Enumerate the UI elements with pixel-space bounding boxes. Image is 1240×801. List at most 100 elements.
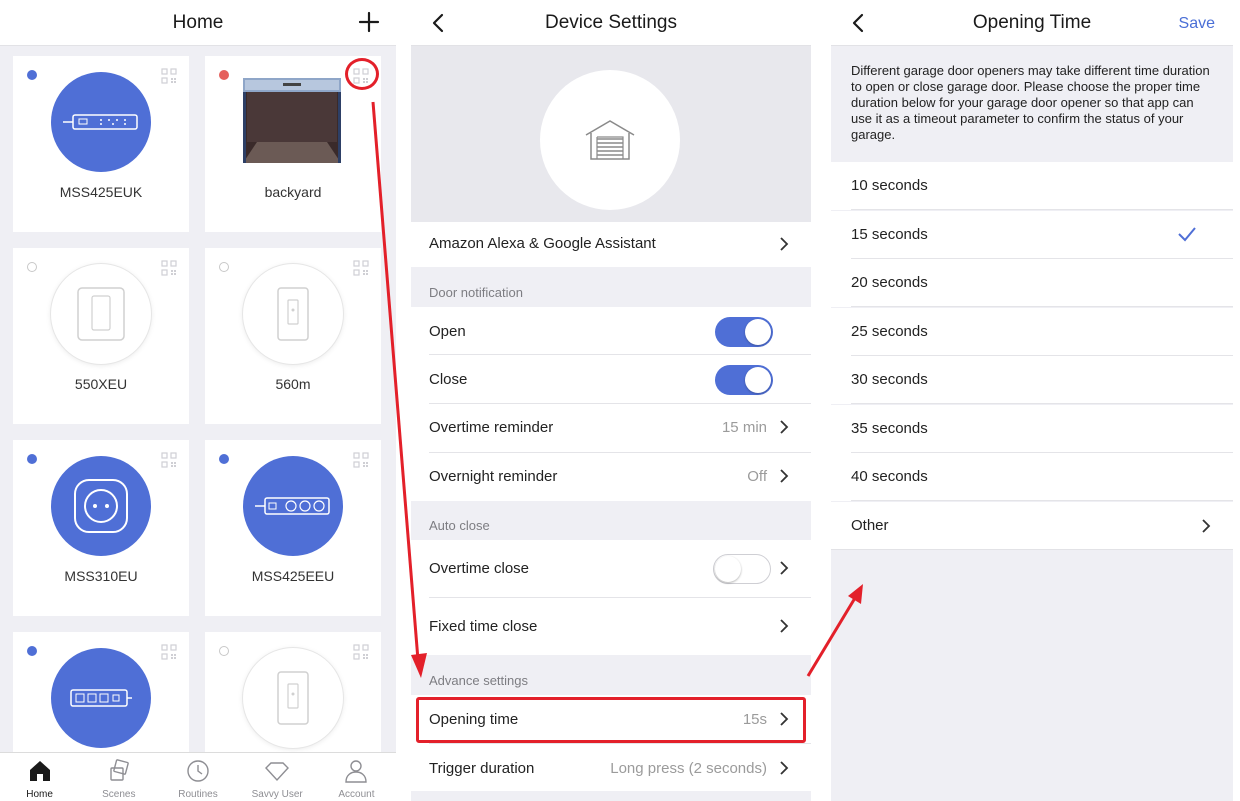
tab-label: Account xyxy=(338,789,375,800)
device-card[interactable]: MSS425EEU xyxy=(205,440,381,616)
section-header: Advance settings xyxy=(429,673,529,688)
chevron-right-icon xyxy=(780,420,789,434)
garage-icon xyxy=(585,120,635,160)
power-strip-icon xyxy=(51,72,151,172)
door-notification-group: Open Close Overtime reminder 15 min Over… xyxy=(411,307,811,501)
tab-savvy-user[interactable]: Savvy User xyxy=(238,753,317,801)
device-card[interactable]: 560m xyxy=(205,248,381,424)
device-settings-screen: Device Settings Amazon Alexa & Google As… xyxy=(411,0,811,801)
page-title: Home xyxy=(172,12,224,33)
overnight-reminder-row[interactable]: Overnight reminder Off xyxy=(411,453,811,501)
tab-home[interactable]: Home xyxy=(0,753,79,801)
description-text: Different garage door openers may take d… xyxy=(831,46,1233,162)
status-dot xyxy=(219,262,229,272)
diamond-icon xyxy=(265,762,290,782)
option-label: 15 seconds xyxy=(851,225,928,243)
fixed-time-close-row[interactable]: Fixed time close xyxy=(411,598,811,655)
chevron-right-icon xyxy=(780,761,789,775)
row-label: Fixed time close xyxy=(429,618,538,635)
qr-code-icon[interactable] xyxy=(353,452,369,468)
chevron-right-icon xyxy=(780,237,789,251)
status-dot xyxy=(219,454,229,464)
chevron-right-icon xyxy=(1202,518,1211,533)
duration-option[interactable]: 40 seconds xyxy=(831,453,1233,501)
overtime-close-toggle[interactable] xyxy=(713,554,771,584)
row-label: Trigger duration xyxy=(429,760,535,777)
opening-time-nav-bar: Opening Time Save xyxy=(831,0,1233,46)
alexa-google-row[interactable]: Amazon Alexa & Google Assistant xyxy=(411,222,811,267)
chevron-right-icon xyxy=(780,619,789,633)
auto-close-group: Overtime close Fixed time close xyxy=(411,540,811,655)
status-dot xyxy=(27,70,37,80)
qr-code-icon[interactable] xyxy=(353,644,369,660)
device-card[interactable]: MSS425EUK xyxy=(13,56,189,232)
device-name: MSS425EEU xyxy=(251,568,335,584)
option-label: 20 seconds xyxy=(851,274,928,291)
row-label: Amazon Alexa & Google Assistant xyxy=(429,235,656,252)
tab-routines[interactable]: Routines xyxy=(158,753,237,801)
row-label: Overnight reminder xyxy=(429,468,558,485)
device-avatar xyxy=(540,70,680,210)
overtime-reminder-row[interactable]: Overtime reminder 15 min xyxy=(411,404,811,452)
device-name: 550XEU xyxy=(74,376,128,392)
page-title: Device Settings xyxy=(544,12,677,33)
device-name: 560m xyxy=(275,376,311,392)
tab-label: Scenes xyxy=(102,789,136,800)
trigger-duration-row[interactable]: Trigger duration Long press (2 seconds) xyxy=(411,744,811,791)
status-dot xyxy=(27,454,37,464)
tab-label: Home xyxy=(26,789,53,800)
save-button[interactable]: Save xyxy=(1179,15,1215,33)
tab-label: Savvy User xyxy=(251,789,303,800)
tab-account[interactable]: Account xyxy=(317,753,396,801)
chevron-right-icon xyxy=(780,469,789,483)
opening-time-screen: Opening Time Save Different garage door … xyxy=(831,0,1233,801)
add-device-button[interactable] xyxy=(358,11,380,33)
duration-option[interactable]: 15 seconds xyxy=(831,210,1233,259)
open-toggle[interactable] xyxy=(715,317,773,347)
qr-highlight-circle xyxy=(345,58,379,90)
qr-code-icon[interactable] xyxy=(161,68,177,84)
duration-option[interactable]: 30 seconds xyxy=(831,356,1233,404)
option-label: 10 seconds xyxy=(851,177,928,194)
page-title: Opening Time xyxy=(972,12,1092,33)
status-dot xyxy=(27,646,37,656)
device-hero xyxy=(411,46,811,231)
scenes-icon xyxy=(110,759,129,781)
option-label: 35 seconds xyxy=(851,419,928,437)
dimmer-switch-icon xyxy=(243,264,343,364)
close-toggle[interactable] xyxy=(715,365,773,395)
chevron-right-icon[interactable] xyxy=(779,560,789,576)
device-name: MSS425EUK xyxy=(59,184,143,200)
checkmark-icon xyxy=(1178,226,1196,241)
row-value: 15 min xyxy=(721,419,767,436)
duration-option[interactable]: 20 seconds xyxy=(831,259,1233,307)
duration-option[interactable]: 25 seconds xyxy=(831,307,1233,356)
qr-code-icon[interactable] xyxy=(353,260,369,276)
device-name: backyard xyxy=(264,184,322,200)
device-card[interactable]: 550XEU xyxy=(13,248,189,424)
duration-option[interactable]: 35 seconds xyxy=(831,404,1233,453)
garage-photo xyxy=(243,78,341,163)
qr-code-icon[interactable] xyxy=(161,452,177,468)
wall-switch-icon xyxy=(51,264,151,364)
row-label: Close xyxy=(429,371,468,388)
option-label: 30 seconds xyxy=(851,371,928,388)
option-label: 25 seconds xyxy=(851,322,928,340)
opening-time-highlight-box xyxy=(416,697,806,743)
option-label: Other xyxy=(851,516,889,534)
duration-option[interactable]: 10 seconds xyxy=(831,162,1233,210)
tab-scenes[interactable]: Scenes xyxy=(79,753,158,801)
row-value: Long press (2 seconds) xyxy=(610,760,767,777)
device-card[interactable]: MSS310EU xyxy=(13,440,189,616)
other-option[interactable]: Other xyxy=(831,501,1233,550)
clock-icon xyxy=(187,760,209,782)
row-value: Off xyxy=(747,468,767,485)
home-screen: Home MSS425EUK backyard 550XEU 560m MSS3… xyxy=(0,0,396,801)
option-label: 40 seconds xyxy=(851,468,928,485)
person-icon xyxy=(345,760,368,783)
qr-code-icon[interactable] xyxy=(161,260,177,276)
qr-code-icon[interactable] xyxy=(161,644,177,660)
device-name: MSS310EU xyxy=(64,568,138,584)
settings-nav-bar: Device Settings xyxy=(411,0,811,46)
row-label: Open xyxy=(429,323,466,340)
